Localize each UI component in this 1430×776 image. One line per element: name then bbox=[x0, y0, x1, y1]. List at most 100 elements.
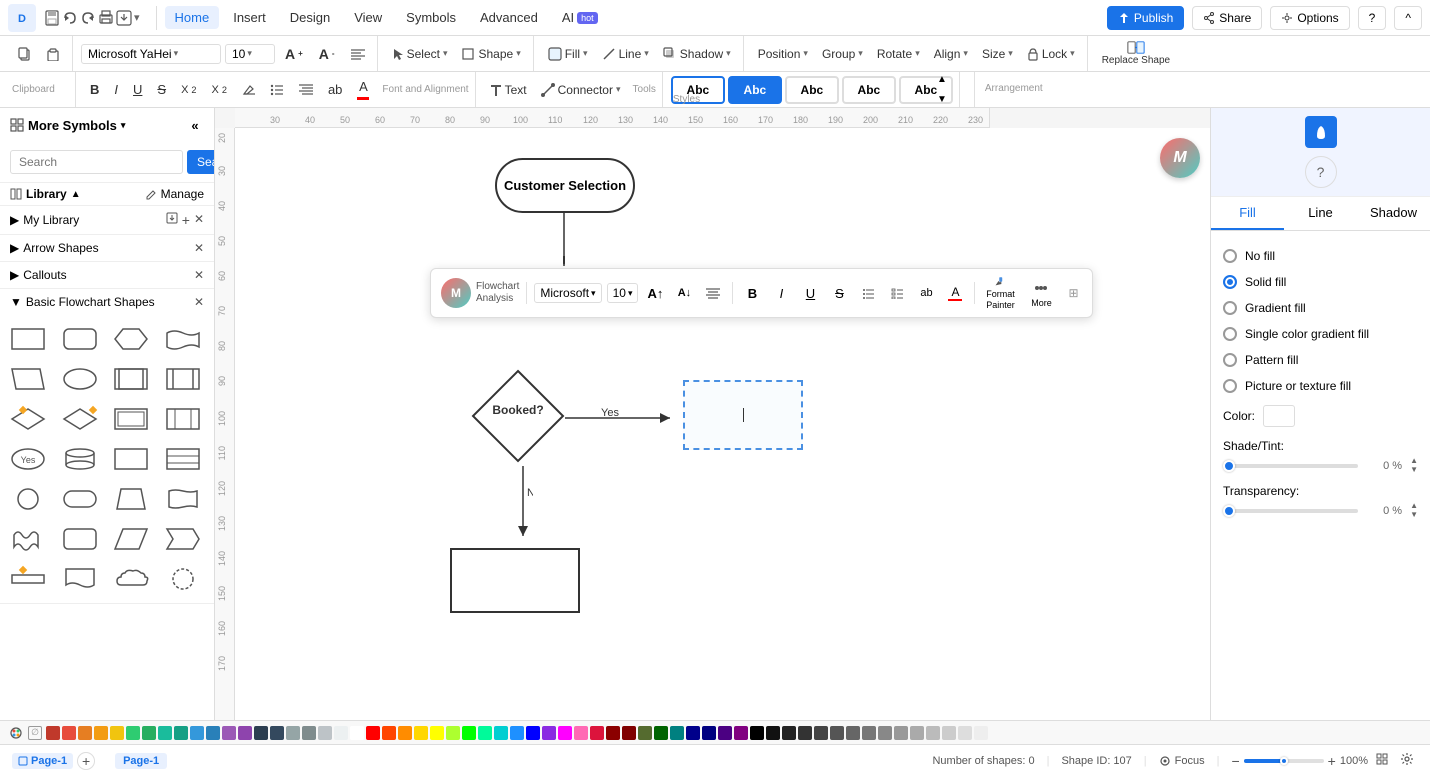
style-swatch-3[interactable]: Abc bbox=[842, 76, 896, 104]
manage-link[interactable]: Manage bbox=[161, 187, 204, 201]
palette-color[interactable] bbox=[318, 726, 332, 740]
indent-btn[interactable] bbox=[293, 81, 319, 99]
palette-color[interactable] bbox=[430, 726, 444, 740]
palette-color[interactable] bbox=[670, 726, 684, 740]
palette-color[interactable] bbox=[974, 726, 988, 740]
shape-rounded3[interactable] bbox=[58, 521, 102, 557]
palette-color[interactable] bbox=[574, 726, 588, 740]
shape-vertical-bars[interactable] bbox=[161, 401, 205, 437]
menu-tab-design[interactable]: Design bbox=[280, 6, 340, 29]
close-callouts-btn[interactable]: ✕ bbox=[194, 268, 204, 282]
styles-expand-btn[interactable]: ▲ bbox=[937, 74, 947, 85]
palette-color[interactable] bbox=[766, 726, 780, 740]
shape-circle[interactable] bbox=[6, 481, 50, 517]
shape-wave2[interactable] bbox=[6, 521, 50, 557]
float-list2[interactable] bbox=[885, 281, 909, 305]
booked-diamond[interactable]: Booked? bbox=[468, 366, 568, 466]
undo-icon[interactable] bbox=[62, 10, 78, 26]
palette-color[interactable] bbox=[414, 726, 428, 740]
palette-color[interactable] bbox=[926, 726, 940, 740]
pattern-fill-option[interactable]: Pattern fill bbox=[1223, 347, 1418, 373]
float-bold[interactable]: B bbox=[740, 281, 764, 305]
subscript-btn[interactable]: X2 bbox=[206, 81, 233, 99]
size-btn[interactable]: Size▾ bbox=[976, 44, 1019, 64]
select-btn[interactable]: Select ▾ bbox=[386, 44, 454, 64]
underline-btn[interactable]: U bbox=[127, 79, 148, 100]
palette-color[interactable] bbox=[158, 726, 172, 740]
palette-color[interactable] bbox=[94, 726, 108, 740]
line-btn[interactable]: Line ▾ bbox=[596, 44, 655, 64]
palette-color[interactable] bbox=[718, 726, 732, 740]
palette-color[interactable] bbox=[190, 726, 204, 740]
text-align-btn[interactable] bbox=[345, 45, 371, 63]
paste-btn[interactable] bbox=[40, 44, 66, 64]
shape-doc[interactable] bbox=[58, 561, 102, 597]
fill-btn[interactable]: Fill ▾ bbox=[542, 44, 594, 64]
bottom-rect[interactable] bbox=[450, 548, 580, 613]
palette-icon[interactable] bbox=[8, 725, 24, 741]
more-btn[interactable]: ▾ bbox=[134, 11, 140, 24]
position-btn[interactable]: Position▾ bbox=[752, 44, 814, 64]
sidebar-collapse-btn[interactable]: « bbox=[186, 116, 204, 134]
palette-color[interactable] bbox=[366, 726, 380, 740]
shape-hexagon[interactable] bbox=[109, 321, 153, 357]
lock-btn[interactable]: Lock▾ bbox=[1021, 44, 1081, 64]
style-swatch-1[interactable]: Abc bbox=[728, 76, 782, 104]
float-size-select[interactable]: 10 ▾ bbox=[607, 283, 639, 303]
callouts-header[interactable]: ▶ Callouts ✕ bbox=[0, 262, 214, 288]
close-library-btn[interactable]: ✕ bbox=[194, 212, 204, 228]
palette-color[interactable] bbox=[526, 726, 540, 740]
menu-tab-home[interactable]: Home bbox=[165, 6, 220, 29]
palette-color[interactable] bbox=[910, 726, 924, 740]
shape-rounded2[interactable] bbox=[58, 481, 102, 517]
focus-btn[interactable]: Focus bbox=[1159, 755, 1205, 767]
font-size-select[interactable]: 10 ▾ bbox=[225, 44, 275, 64]
add-library-btn[interactable]: + bbox=[182, 212, 190, 228]
float-italic[interactable]: I bbox=[769, 281, 793, 305]
float-list[interactable] bbox=[856, 281, 880, 305]
float-para[interactable]: ab bbox=[914, 281, 938, 305]
more-btn-float[interactable]: More bbox=[1023, 275, 1059, 311]
connector-btn[interactable]: Connector ▾ bbox=[535, 80, 627, 100]
shape-ellipse[interactable] bbox=[58, 361, 102, 397]
zoom-in-btn[interactable]: + bbox=[1328, 753, 1336, 769]
float-text-smaller[interactable]: A↓ bbox=[672, 281, 696, 305]
arrow-shapes-header[interactable]: ▶ Arrow Shapes ✕ bbox=[0, 235, 214, 261]
float-underline[interactable]: U bbox=[798, 281, 822, 305]
my-library-header[interactable]: ▶ My Library + ✕ bbox=[0, 206, 214, 234]
shape-parallelogram2[interactable] bbox=[109, 521, 153, 557]
font-increase-btn[interactable]: A+ bbox=[279, 43, 309, 65]
style-swatch-2[interactable]: Abc bbox=[785, 76, 839, 104]
solid-fill-radio[interactable] bbox=[1223, 275, 1237, 289]
menu-tab-symbols[interactable]: Symbols bbox=[396, 6, 466, 29]
fill-panel-icon[interactable] bbox=[1305, 116, 1337, 148]
font-family-select[interactable]: Microsoft YaHei ▾ bbox=[81, 44, 221, 64]
export-icon[interactable] bbox=[116, 10, 132, 26]
palette-color[interactable] bbox=[734, 726, 748, 740]
float-toolbar-link[interactable]: ⊞ bbox=[1064, 284, 1082, 302]
styles-collapse-btn[interactable]: ▼ bbox=[937, 94, 947, 105]
help-button[interactable]: ? bbox=[1358, 6, 1387, 30]
palette-color[interactable] bbox=[558, 726, 572, 740]
pattern-fill-radio[interactable] bbox=[1223, 353, 1237, 367]
print-icon[interactable] bbox=[98, 10, 114, 26]
palette-color[interactable] bbox=[46, 726, 60, 740]
shape-double-border[interactable] bbox=[109, 401, 153, 437]
shape-cloud[interactable] bbox=[109, 561, 153, 597]
help-panel-icon[interactable]: ? bbox=[1305, 156, 1337, 188]
gradient-fill-radio[interactable] bbox=[1223, 301, 1237, 315]
float-strike[interactable]: S bbox=[827, 281, 851, 305]
shape-rect2[interactable] bbox=[109, 441, 153, 477]
collapse-button[interactable]: ^ bbox=[1394, 6, 1422, 30]
menu-tab-insert[interactable]: Insert bbox=[223, 6, 276, 29]
search-input[interactable] bbox=[10, 150, 183, 174]
shape-cylinder[interactable] bbox=[58, 441, 102, 477]
shape-circle2[interactable] bbox=[161, 561, 205, 597]
shape-striped[interactable] bbox=[161, 361, 205, 397]
color-picker[interactable] bbox=[1263, 405, 1295, 427]
clear-format-btn[interactable] bbox=[236, 80, 261, 99]
palette-color[interactable] bbox=[78, 726, 92, 740]
italic-btn[interactable]: I bbox=[108, 79, 124, 100]
font-color-btn[interactable]: A bbox=[351, 76, 375, 103]
palette-color[interactable] bbox=[814, 726, 828, 740]
